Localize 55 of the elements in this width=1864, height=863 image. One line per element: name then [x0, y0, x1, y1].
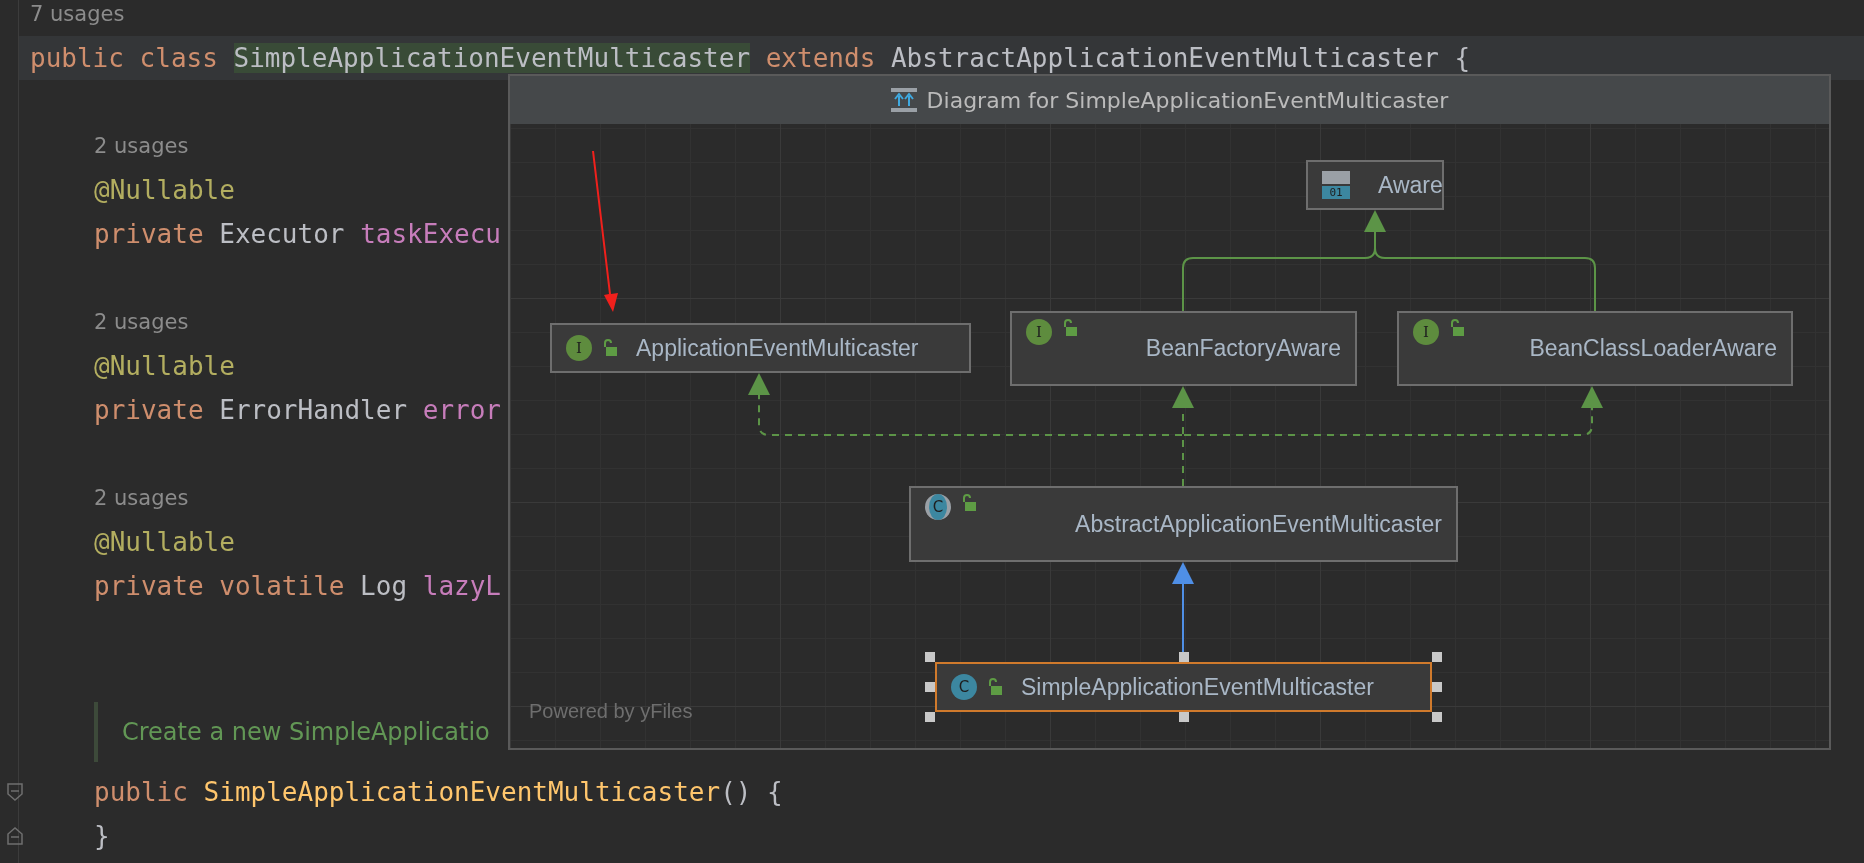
code-token: public — [94, 777, 189, 807]
class-name: Aware — [1378, 171, 1443, 199]
code-token: } — [94, 821, 110, 851]
resize-handle[interactable] — [925, 652, 935, 662]
lock-icon — [961, 494, 977, 512]
marker-interface-icon: 01 — [1322, 171, 1350, 199]
resize-handle[interactable] — [1178, 652, 1189, 662]
resize-handle[interactable] — [1178, 712, 1189, 722]
interface-icon: I — [1026, 319, 1052, 345]
popup-title: Diagram for SimpleApplicationEventMulticaster — [926, 87, 1449, 113]
class-name: ApplicationEventMulticaster — [636, 334, 919, 362]
class-name: BeanClassLoaderAware — [1529, 335, 1777, 362]
code-token: private — [94, 395, 205, 425]
lock-icon — [1449, 319, 1465, 337]
class-name: SimpleApplicationEventMulticaster — [1021, 673, 1374, 701]
code-token: private volatile — [94, 571, 346, 601]
interface-icon: I — [1413, 319, 1439, 345]
code-token: AbstractApplicationEventMulticaster — [890, 43, 1440, 73]
code-token: Log — [360, 571, 409, 601]
abstract-class-icon: C — [925, 494, 951, 520]
resize-handle[interactable] — [1432, 682, 1442, 692]
class-name: BeanFactoryAware — [1145, 335, 1341, 362]
code-token: @Nullable — [94, 175, 235, 205]
fold-icon[interactable] — [6, 826, 24, 846]
lock-icon — [602, 339, 618, 357]
resize-handle[interactable] — [1432, 712, 1442, 722]
class-icon: C — [951, 674, 977, 700]
code-token: @Nullable — [94, 351, 235, 381]
code-token: public class — [30, 43, 219, 73]
lock-icon — [1062, 319, 1078, 337]
code-token: lazyL — [422, 571, 501, 601]
usages-hint[interactable]: 2 usages — [94, 134, 189, 158]
code-token: private — [94, 219, 205, 249]
resize-handle[interactable] — [925, 682, 935, 692]
code-token: Executor — [219, 219, 346, 249]
interface-icon: I — [566, 335, 592, 361]
lock-icon — [987, 678, 1003, 696]
watermark-text: Powered by yFiles — [529, 700, 693, 723]
usages-hint[interactable]: 2 usages — [94, 310, 189, 334]
usages-hint[interactable]: 7 usages — [30, 2, 125, 26]
code-token: SimpleApplicationEventMulticaster — [203, 777, 721, 807]
code-token: error — [422, 395, 501, 425]
code-token: { — [1454, 43, 1471, 73]
class-name: AbstractApplicationEventMulticaster — [1075, 510, 1442, 538]
code-token: () { — [720, 777, 783, 807]
code-token: taskExecu — [360, 219, 501, 249]
code-token: ErrorHandler — [219, 395, 409, 425]
code-token: @Nullable — [94, 527, 235, 557]
code-token: extends — [764, 43, 877, 73]
usages-hint[interactable]: 2 usages — [94, 486, 189, 510]
hierarchy-icon — [890, 88, 917, 112]
resize-handle[interactable] — [925, 712, 935, 722]
fold-icon[interactable] — [6, 782, 24, 802]
resize-handle[interactable] — [1432, 652, 1442, 662]
code-token: SimpleApplicationEventMulticaster — [233, 43, 751, 73]
